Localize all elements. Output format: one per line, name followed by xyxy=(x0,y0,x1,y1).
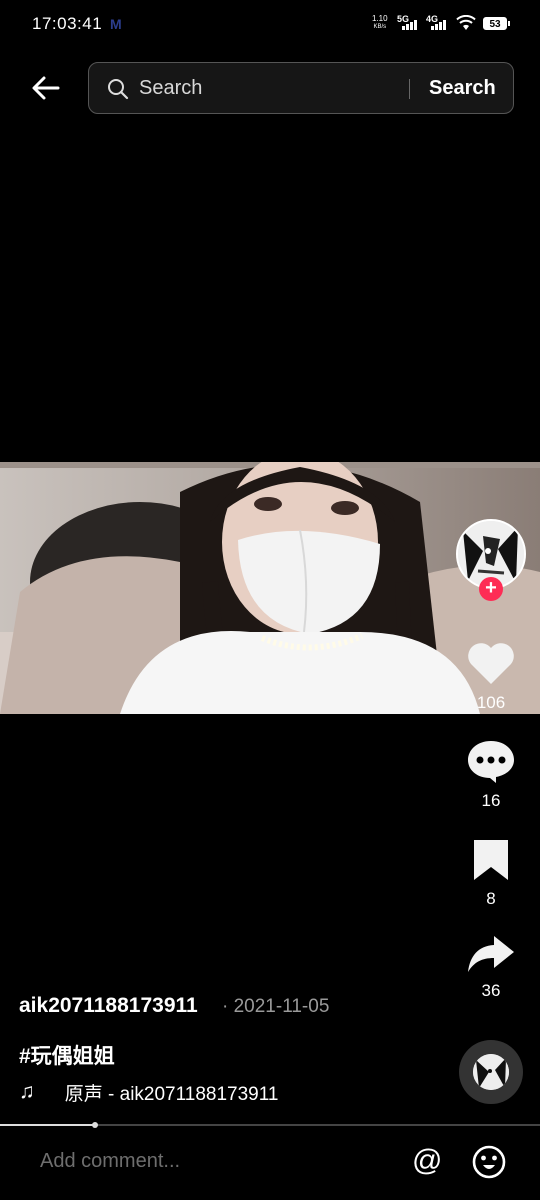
music-marquee[interactable]: ♫ 原声 - aik2071188173911 xyxy=(19,1078,289,1106)
hashtag-link[interactable]: #玩偶姐姐 xyxy=(19,1040,115,1070)
video-progress-bar[interactable] xyxy=(0,1122,540,1128)
signal-icon xyxy=(402,20,417,30)
follow-plus-button[interactable]: + xyxy=(479,577,503,601)
search-bar[interactable]: Search Search xyxy=(88,62,514,114)
like-count: 106 xyxy=(476,693,506,712)
comment-input[interactable]: Add comment... xyxy=(40,1150,180,1173)
music-disc-cover xyxy=(473,1054,509,1090)
net-speed-value: 1.10 xyxy=(372,14,388,23)
progress-handle[interactable] xyxy=(91,1122,98,1128)
back-arrow-icon[interactable] xyxy=(28,70,64,106)
search-icon xyxy=(108,79,129,100)
author-avatar-group[interactable]: + xyxy=(456,519,528,601)
bookmark-icon xyxy=(474,840,508,880)
music-disc-button[interactable] xyxy=(459,1040,523,1104)
comment-bubble-icon xyxy=(468,741,514,783)
bookmark-count: 8 xyxy=(486,889,496,908)
heart-icon xyxy=(468,643,514,684)
carrier-icon: M xyxy=(110,16,122,32)
like-button[interactable]: 106 xyxy=(456,640,526,713)
search-input[interactable]: Search xyxy=(139,77,202,100)
mention-button[interactable]: @ xyxy=(412,1144,442,1178)
battery-icon: 53 xyxy=(483,17,510,30)
comment-count: 16 xyxy=(481,791,501,810)
share-arrow-icon xyxy=(468,936,514,972)
music-cover-image xyxy=(473,1054,509,1090)
music-note-icon: ♫ xyxy=(19,1080,35,1103)
search-divider xyxy=(409,79,410,99)
post-date: · 2021-11-05 xyxy=(222,996,330,1017)
status-bar: 17:03:41 M 1.10 KB/s 5G 4G 53 xyxy=(0,0,540,50)
net-speed-unit: KB/s xyxy=(373,24,387,30)
bookmark-button[interactable]: 8 xyxy=(456,838,526,909)
net-speed: 1.10 KB/s xyxy=(372,14,388,32)
progress-fill xyxy=(0,1124,95,1126)
signal-icon-2 xyxy=(431,20,446,30)
search-button[interactable]: Search xyxy=(429,77,496,100)
music-title: 原声 - aik2071188173911 xyxy=(64,1083,279,1105)
comment-button[interactable]: 16 xyxy=(456,738,526,811)
emoji-icon[interactable] xyxy=(472,1145,506,1179)
author-username[interactable]: aik2071188173911 xyxy=(19,994,198,1018)
status-time: 17:03:41 xyxy=(32,14,103,33)
wifi-icon xyxy=(456,15,476,30)
share-count: 36 xyxy=(481,981,501,1000)
share-button[interactable]: 36 xyxy=(456,934,526,1001)
